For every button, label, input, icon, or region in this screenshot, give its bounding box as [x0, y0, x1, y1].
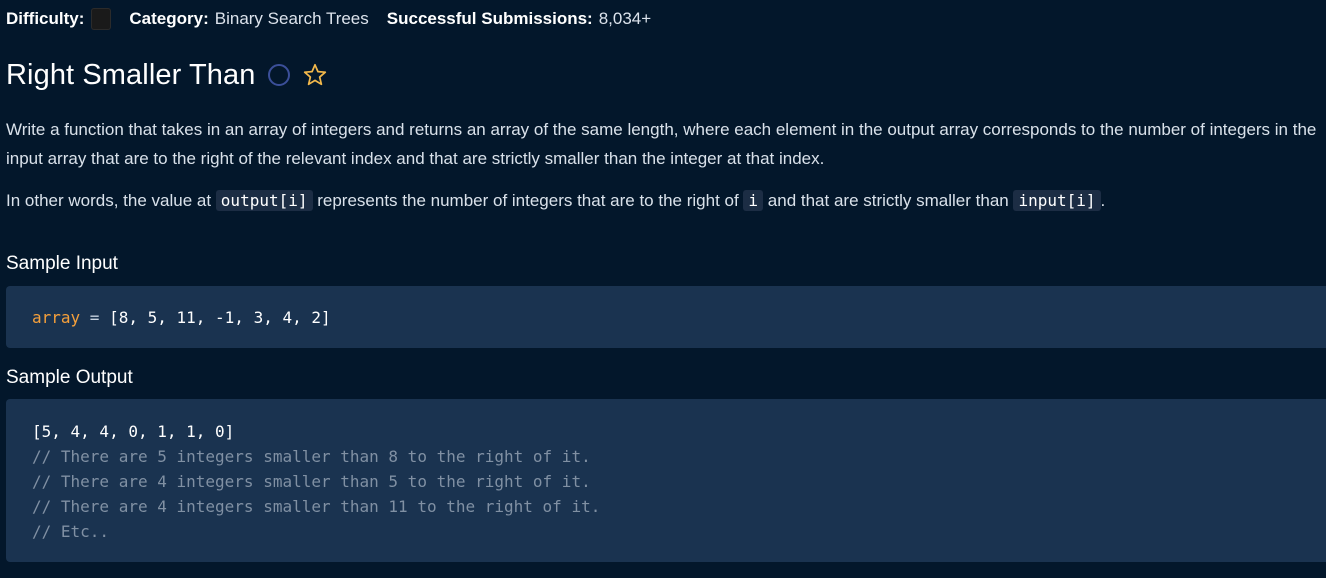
- sample-output-code-block: [5, 4, 4, 0, 1, 1, 0] // There are 5 int…: [6, 399, 1326, 562]
- submissions-label: Successful Submissions:: [386, 9, 593, 28]
- description-paragraph-2: In other words, the value at output[i] r…: [6, 186, 1320, 215]
- star-icon[interactable]: [302, 62, 328, 88]
- sample-input-heading: Sample Input: [6, 253, 118, 274]
- description-text: represents the number of integers that a…: [312, 191, 744, 210]
- code-comment-line: // There are 5 integers smaller than 8 t…: [32, 447, 591, 466]
- circle-icon[interactable]: [267, 64, 290, 86]
- description-text: In other words, the value at: [6, 191, 216, 210]
- difficulty-indicator: [91, 8, 112, 30]
- code-comment-line: // There are 4 integers smaller than 11 …: [32, 497, 601, 516]
- inline-code-i: i: [743, 190, 764, 211]
- title-row: Right Smaller Than: [6, 56, 328, 94]
- category-label: Category:: [129, 9, 209, 28]
- inline-code-input-i: input[i]: [1013, 190, 1101, 211]
- code-comment-line: // Etc..: [32, 522, 110, 541]
- code-comment-line: // There are 4 integers smaller than 5 t…: [32, 472, 591, 491]
- category-value: Binary Search Trees: [214, 9, 369, 28]
- code-line: array = [8, 5, 11, -1, 3, 4, 2]: [32, 305, 1326, 330]
- difficulty-label: Difficulty:: [6, 9, 85, 28]
- submissions-value: 8,034+: [598, 9, 652, 28]
- code-variable: array: [32, 308, 81, 327]
- submissions-group: Successful Submissions: 8,034+: [387, 9, 651, 29]
- category-group: Category: Binary Search Trees: [129, 9, 368, 29]
- page-title: Right Smaller Than: [6, 58, 256, 91]
- description-text: and that are strictly smaller than: [763, 191, 1014, 210]
- difficulty-group: Difficulty:: [6, 8, 112, 30]
- code-operator: =: [80, 308, 110, 327]
- sample-output-heading: Sample Output: [6, 367, 133, 388]
- description-text: .: [1100, 191, 1106, 210]
- code-value: [8, 5, 11, -1, 3, 4, 2]: [109, 308, 331, 327]
- description-paragraph-1: Write a function that takes in an array …: [6, 120, 1317, 168]
- problem-meta-bar: Difficulty: Category: Binary Search Tree…: [6, 7, 669, 31]
- sample-input-code-block: array = [8, 5, 11, -1, 3, 4, 2]: [6, 286, 1326, 348]
- code-result-line: [5, 4, 4, 0, 1, 1, 0]: [32, 422, 235, 441]
- inline-code-output-i: output[i]: [215, 190, 313, 211]
